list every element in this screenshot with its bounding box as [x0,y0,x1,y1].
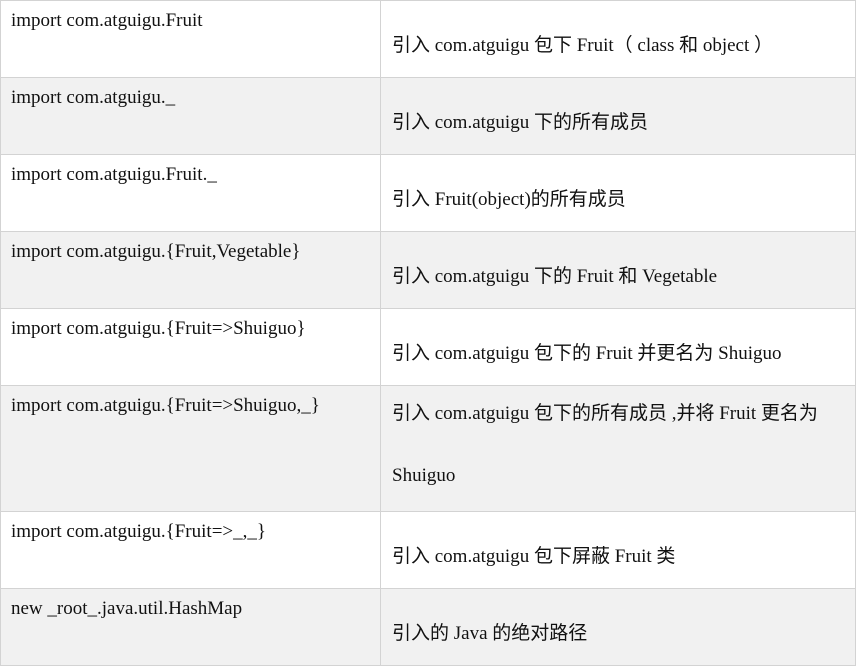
description-cell: 引入 com.atguigu 下的 Fruit 和 Vegetable [380,231,856,309]
description-text: 引入 com.atguigu 包下的所有成员 ,并将 Fruit 更名为 Shu… [392,403,818,486]
description-text: 引入 com.atguigu 包下屏蔽 Fruit 类 [392,546,676,567]
description-text: 引入 com.atguigu 包下 Fruit（ class 和 object … [392,35,774,56]
table-row: import com.atguigu.{Fruit=>Shuiguo,_} 引入… [0,385,856,512]
description-cell: 引入的 Java 的绝对路径 [380,588,856,666]
code-cell: import com.atguigu._ [0,77,381,155]
code-cell: new _root_.java.util.HashMap [0,588,381,666]
description-cell: 引入 com.atguigu 包下的 Fruit 并更名为 Shuiguo [380,308,856,386]
code-cell: import com.atguigu.{Fruit=>_,_} [0,511,381,589]
description-cell: 引入 com.atguigu 下的所有成员 [380,77,856,155]
table-row: import com.atguigu.{Fruit=>Shuiguo} 引入 c… [0,308,856,386]
code-cell: import com.atguigu.{Fruit=>Shuiguo} [0,308,381,386]
table-row: import com.atguigu.{Fruit,Vegetable} 引入 … [0,231,856,309]
table-row: import com.atguigu._ 引入 com.atguigu 下的所有… [0,77,856,155]
description-text: 引入 Fruit(object)的所有成员 [392,189,626,210]
description-text: 引入 com.atguigu 包下的 Fruit 并更名为 Shuiguo [392,343,782,364]
import-table: import com.atguigu.Fruit 引入 com.atguigu … [0,0,856,666]
description-text: 引入 com.atguigu 下的所有成员 [392,112,648,133]
code-cell: import com.atguigu.{Fruit=>Shuiguo,_} [0,385,381,512]
description-cell: 引入 Fruit(object)的所有成员 [380,154,856,232]
table-row: import com.atguigu.{Fruit=>_,_} 引入 com.a… [0,511,856,589]
table-row: import com.atguigu.Fruit._ 引入 Fruit(obje… [0,154,856,232]
description-cell: 引入 com.atguigu 包下屏蔽 Fruit 类 [380,511,856,589]
code-cell: import com.atguigu.{Fruit,Vegetable} [0,231,381,309]
description-text: 引入 com.atguigu 下的 Fruit 和 Vegetable [392,266,718,287]
description-cell: 引入 com.atguigu 包下 Fruit（ class 和 object … [380,0,856,78]
description-text: 引入的 Java 的绝对路径 [392,623,588,644]
description-cell: 引入 com.atguigu 包下的所有成员 ,并将 Fruit 更名为 Shu… [380,385,856,512]
table-row: import com.atguigu.Fruit 引入 com.atguigu … [0,0,856,78]
code-cell: import com.atguigu.Fruit._ [0,154,381,232]
code-cell: import com.atguigu.Fruit [0,0,381,78]
table-row: new _root_.java.util.HashMap 引入的 Java 的绝… [0,588,856,666]
